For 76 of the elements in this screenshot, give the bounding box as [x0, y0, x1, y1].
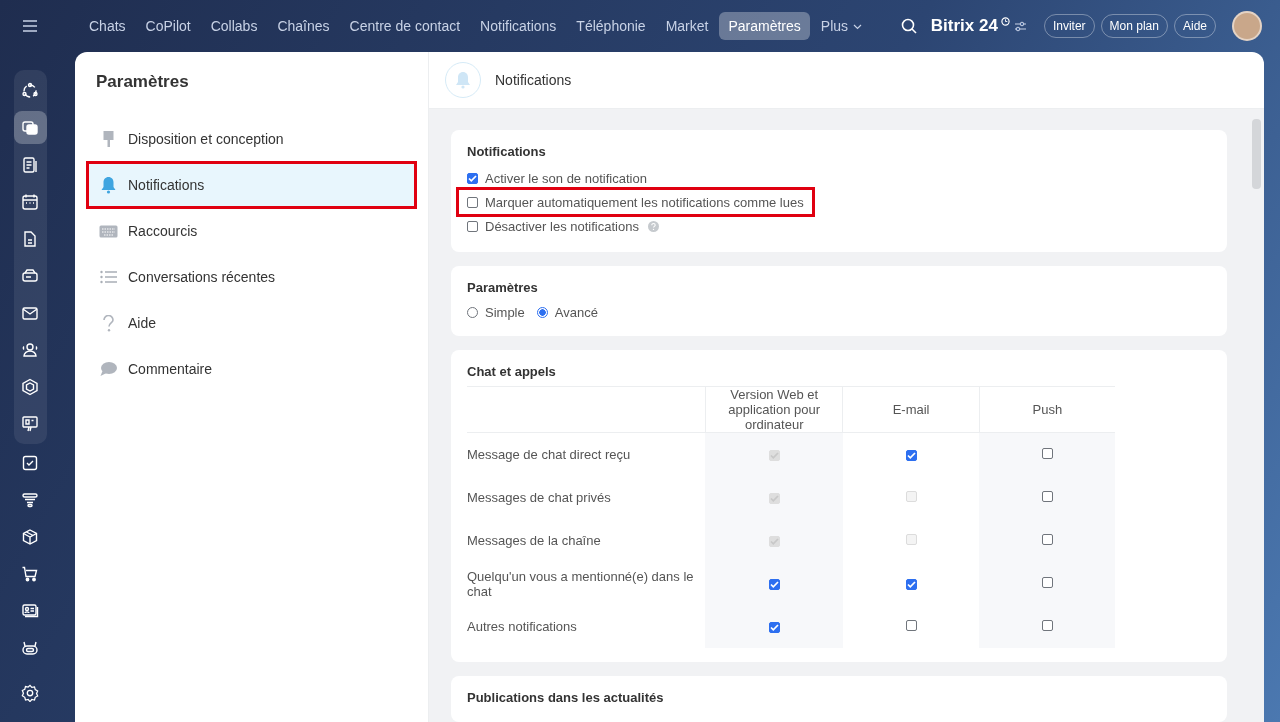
checkbox[interactable]	[467, 172, 478, 184]
checkbox[interactable]	[1041, 620, 1053, 631]
sliders-icon[interactable]	[1013, 20, 1027, 32]
search-icon[interactable]	[900, 18, 917, 34]
cart-icon	[21, 564, 39, 583]
checkbox[interactable]	[1041, 534, 1053, 545]
section-title: Notifications	[467, 144, 547, 159]
circle-icon	[21, 81, 39, 100]
checkbox[interactable]	[768, 579, 780, 590]
nav-tab[interactable]: Téléphonie	[567, 12, 655, 40]
sidebar-item[interactable]: Raccourcis	[89, 210, 414, 252]
board-icon	[21, 414, 39, 433]
checkbox[interactable]	[1041, 577, 1053, 588]
sidebar-item[interactable]: Notifications	[89, 164, 414, 206]
radio-option[interactable]: Avancé	[536, 302, 598, 322]
nav-tab[interactable]: Centre de contact	[340, 12, 470, 40]
calendar-icon	[21, 192, 39, 211]
checkbox[interactable]	[1041, 491, 1053, 502]
checkbox[interactable]	[905, 579, 917, 590]
checkbox-option[interactable]: Désactiver les notifications	[459, 214, 667, 238]
bell-icon	[99, 176, 118, 194]
doc-icon	[21, 229, 39, 248]
avatar[interactable]	[1232, 11, 1262, 41]
card-icon	[21, 601, 39, 620]
checkbox[interactable]	[905, 450, 917, 461]
page-title: Notifications	[495, 72, 572, 88]
settings-icon[interactable]	[21, 684, 39, 702]
clock-icon	[1000, 16, 1010, 26]
speech-bubble-icon	[99, 361, 118, 377]
keyboard-icon	[99, 224, 118, 238]
checkbox-option[interactable]: Activer le son de notification	[459, 166, 655, 190]
checkbox[interactable]	[905, 620, 917, 631]
funnel-icon	[21, 490, 39, 509]
nav-tab[interactable]: Paramètres	[719, 12, 810, 40]
row-label: Quelqu'un vous a mentionné(e) dans le chat	[467, 562, 706, 605]
menu-icon[interactable]	[22, 20, 38, 32]
sidebar-item[interactable]: Commentaire	[89, 348, 414, 390]
sidebar-item[interactable]: Aide	[89, 302, 414, 344]
row-label: Autres notifications	[467, 605, 706, 648]
nav-tab[interactable]: Plus	[811, 12, 872, 40]
row-label: Message de chat direct reçu	[467, 432, 706, 476]
list-icon	[99, 270, 118, 284]
column-header: Push	[979, 386, 1115, 433]
nav-tab[interactable]: Notifications	[471, 12, 566, 40]
brand-logo: Bitrix 24	[930, 16, 998, 36]
scrollbar-thumb[interactable]	[1252, 119, 1261, 189]
row-label: Messages de chat privés	[467, 476, 706, 519]
nav-tab[interactable]: CoPilot	[136, 12, 200, 40]
section-title: Chat et appels	[467, 364, 557, 379]
chat-icon	[21, 118, 39, 137]
nav-tab[interactable]: Collabs	[201, 12, 267, 40]
checkbox[interactable]	[467, 220, 478, 232]
sidebar-item[interactable]: Disposition et conception	[89, 118, 414, 160]
checkbox[interactable]	[1041, 448, 1053, 459]
checkbox-option[interactable]: Marquer automatiquement les notifications comme lues	[459, 190, 812, 214]
caret-icon	[853, 24, 863, 30]
box-icon	[21, 527, 39, 546]
section-title: Publications dans les actualités	[467, 690, 665, 705]
radio-button[interactable]	[536, 306, 548, 318]
column-header: Version Web et application pour ordinateur	[705, 386, 843, 433]
people-icon	[21, 340, 39, 359]
drive-icon	[21, 266, 39, 285]
task-icon	[21, 453, 39, 472]
section-title: Paramètres	[467, 280, 539, 295]
checkbox[interactable]	[467, 196, 478, 208]
rail-button[interactable]	[13, 111, 47, 144]
row-label: Messages de la chaîne	[467, 519, 706, 562]
news-icon	[21, 155, 39, 174]
checkbox[interactable]	[768, 622, 780, 633]
nav-tab[interactable]: Chats	[80, 12, 135, 40]
nav-tab[interactable]: Market	[656, 12, 718, 40]
sidebar-title: Paramètres	[96, 72, 190, 92]
sidebar-item[interactable]: Conversations récentes	[89, 256, 414, 298]
hex-icon	[21, 377, 39, 396]
radio-option[interactable]: Simple	[467, 302, 525, 322]
nav-tab[interactable]: Chaînes	[268, 12, 339, 40]
